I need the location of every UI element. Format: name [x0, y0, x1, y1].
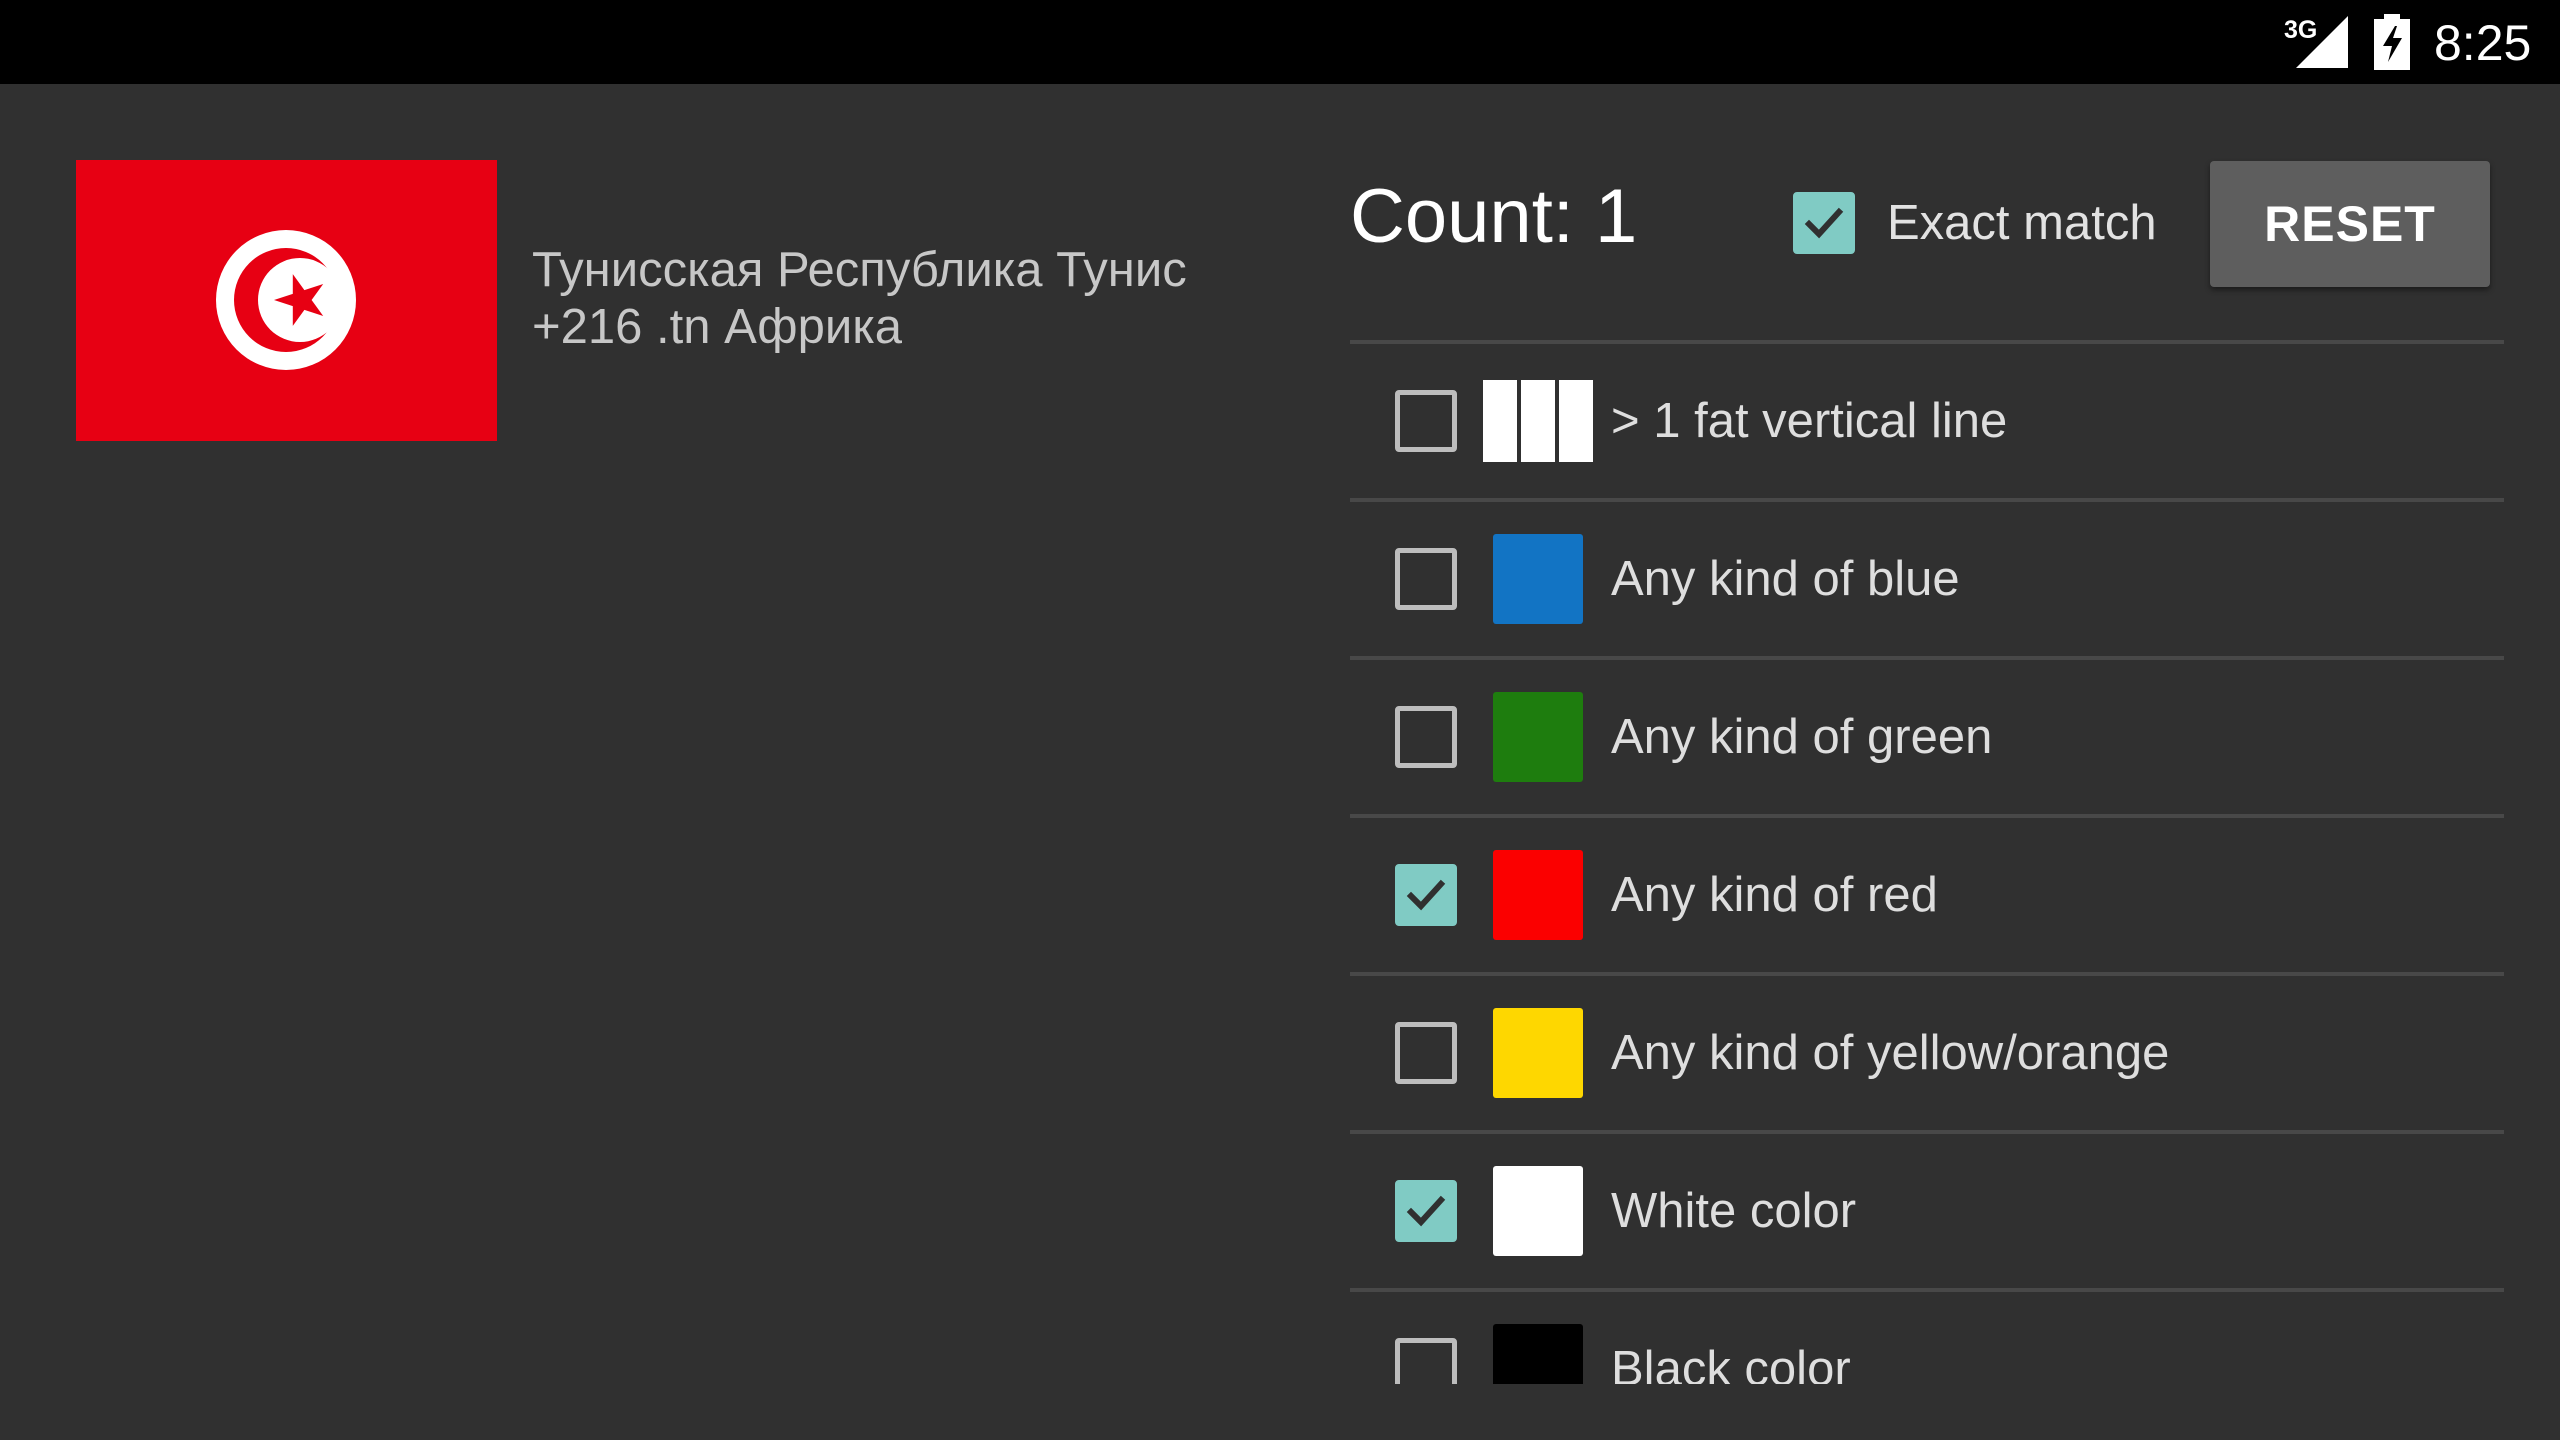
- status-bar: 3G 8:25: [0, 0, 2560, 84]
- filter-row-1-fat-vertical-line[interactable]: > 1 fat vertical line: [1350, 344, 2504, 498]
- country-info: Тунисская Республика Тунис +216 .tn Афри…: [532, 242, 1232, 356]
- filter-row-any-kind-of-yellow-orange[interactable]: Any kind of yellow/orange: [1350, 976, 2504, 1130]
- swatch-slot: [1479, 850, 1597, 940]
- filter-label: Black color: [1611, 1342, 1851, 1384]
- filter-label: Any kind of green: [1611, 710, 1993, 764]
- filter-checkbox[interactable]: [1395, 1022, 1457, 1084]
- check-icon: [1804, 207, 1844, 239]
- match-count: Count: 1: [1350, 172, 1637, 262]
- color-swatch: [1493, 1008, 1583, 1098]
- filter-row-black-color[interactable]: Black color: [1350, 1292, 2504, 1384]
- color-swatch: [1493, 1324, 1583, 1384]
- filter-row-any-kind-of-green[interactable]: Any kind of green: [1350, 660, 2504, 814]
- filter-checkbox[interactable]: [1395, 706, 1457, 768]
- swatch-slot: [1479, 1008, 1597, 1098]
- count-label: Count:: [1350, 174, 1574, 259]
- swatch-slot: [1479, 1166, 1597, 1256]
- filter-label: White color: [1611, 1184, 1857, 1238]
- exact-match-toggle[interactable]: Exact match: [1793, 192, 2157, 254]
- swatch-slot: [1479, 692, 1597, 782]
- swatch-slot: [1479, 1324, 1597, 1384]
- check-icon: [1406, 879, 1446, 911]
- filter-label: Any kind of blue: [1611, 552, 1960, 606]
- country-name-line: Тунисская Республика Тунис: [532, 243, 1187, 297]
- reset-button[interactable]: RESET: [2210, 161, 2490, 287]
- filter-list[interactable]: > 1 fat vertical line Any kind of blue Any…: [1350, 340, 2504, 1384]
- filter-row-any-kind-of-blue[interactable]: Any kind of blue: [1350, 502, 2504, 656]
- check-icon: [1406, 1195, 1446, 1227]
- swatch-slot: [1479, 534, 1597, 624]
- filter-checkbox[interactable]: [1395, 1338, 1457, 1384]
- filter-label: Any kind of yellow/orange: [1611, 1026, 2170, 1080]
- clock: 8:25: [2434, 15, 2532, 71]
- color-swatch: [1493, 850, 1583, 940]
- battery-charging-icon: [2374, 14, 2410, 70]
- network-type-label: 3G: [2284, 16, 2318, 44]
- filter-label: > 1 fat vertical line: [1611, 394, 2008, 448]
- exact-match-label: Exact match: [1887, 196, 2157, 250]
- swatch-slot: [1479, 380, 1597, 462]
- vertical-lines-icon: [1483, 380, 1593, 462]
- country-code-line: +216 .tn Африка: [532, 300, 903, 354]
- filter-checkbox[interactable]: [1395, 390, 1457, 452]
- filter-row-any-kind-of-red[interactable]: Any kind of red: [1350, 818, 2504, 972]
- color-swatch: [1493, 692, 1583, 782]
- exact-match-checkbox[interactable]: [1793, 192, 1855, 254]
- color-swatch: [1493, 1166, 1583, 1256]
- count-value: 1: [1595, 174, 1638, 259]
- filter-label: Any kind of red: [1611, 868, 1938, 922]
- country-flag: [76, 160, 497, 441]
- filter-checkbox[interactable]: [1395, 1180, 1457, 1242]
- filter-checkbox[interactable]: [1395, 548, 1457, 610]
- filter-row-white-color[interactable]: White color: [1350, 1134, 2504, 1288]
- color-swatch: [1493, 534, 1583, 624]
- filter-checkbox[interactable]: [1395, 864, 1457, 926]
